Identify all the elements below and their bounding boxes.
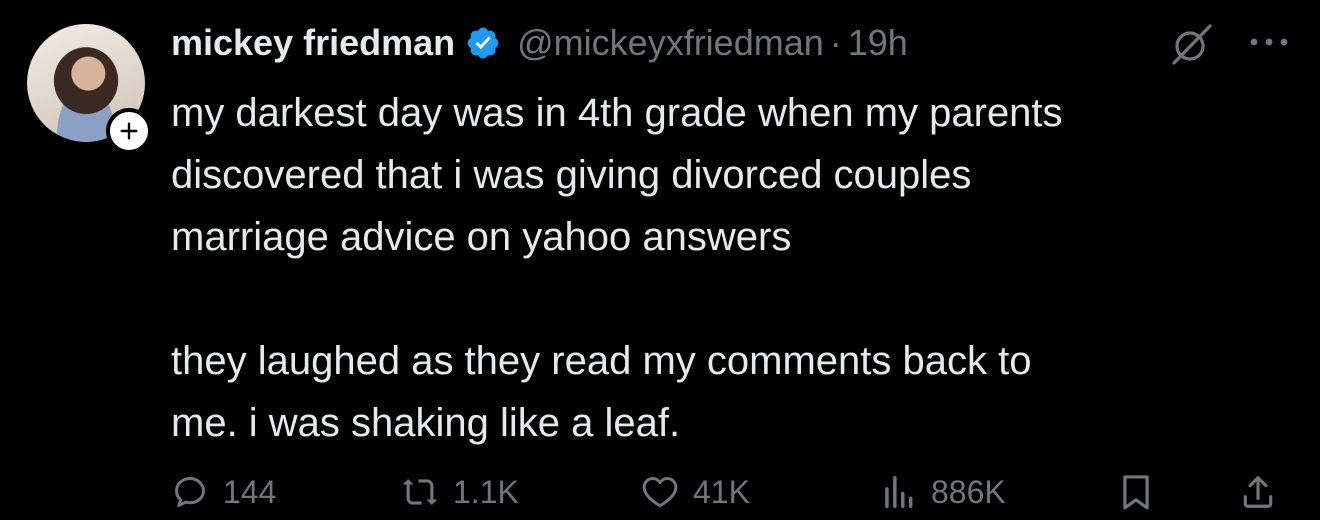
repost-icon [402,479,438,505]
like-count: 41K [693,473,750,510]
follow-plus-icon [120,122,138,140]
repost-button[interactable]: 1.1K [401,466,519,518]
grok-icon[interactable] [1166,20,1214,68]
action-bar: 144 1.1K 41K 886K [171,466,1291,518]
more-icon[interactable] [1248,32,1290,52]
bookmark-button[interactable] [1117,466,1155,518]
tweet-header: mickey friedman @mickeyxfriedman · 19h [171,20,908,66]
reply-button[interactable]: 144 [171,466,276,518]
like-button[interactable]: 41K [641,466,750,518]
views-icon [885,476,913,508]
bookmark-icon [1123,475,1149,510]
reply-count: 144 [223,473,277,510]
separator-dot: · [829,22,842,63]
follow-button[interactable] [106,108,152,154]
views-count: 886K [931,473,1006,510]
timestamp[interactable]: 19h [848,22,908,64]
views-button[interactable]: 886K [879,466,1006,518]
author-handle[interactable]: @mickeyxfriedman [517,22,824,64]
like-icon [642,477,678,507]
tweet-text: my darkest day was in 4th grade when my … [171,91,1063,445]
repost-count: 1.1K [453,473,519,510]
author-avatar[interactable] [27,24,152,154]
share-icon [1243,476,1273,508]
author-name[interactable]: mickey friedman [171,22,455,64]
verified-badge-icon[interactable] [465,25,501,61]
share-button[interactable] [1239,466,1277,518]
reply-icon [175,477,205,507]
